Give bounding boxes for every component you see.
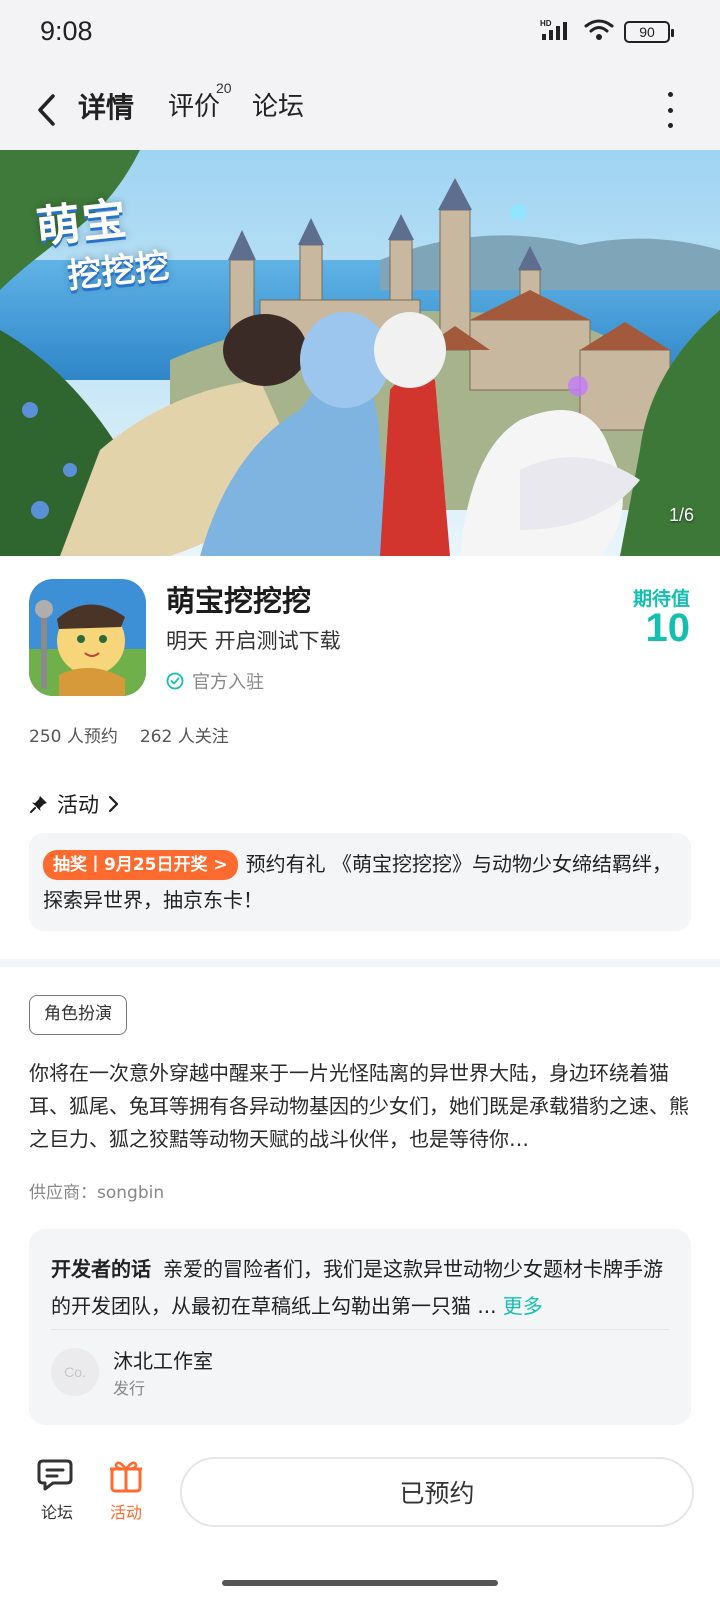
game-description[interactable]: 你将在一次意外穿越中醒来于一片光怪陆离的异世界大陆，身边环绕着猫耳、狐尾、兔耳等…: [29, 1057, 693, 1156]
supplier-info: 供应商：songbin: [29, 1183, 165, 1203]
activity-section-link[interactable]: 活动: [29, 789, 119, 819]
game-logo: 萌宝 挖挖挖: [33, 193, 172, 297]
activity-heading-label: 活动: [57, 793, 99, 817]
reserved-button[interactable]: 已预约: [180, 1457, 694, 1527]
follower-count: 262 人关注: [139, 727, 229, 747]
status-bar: 9:08 HD 90: [0, 0, 720, 70]
game-stats: 250 人预约 262 人关注: [29, 722, 229, 747]
section-divider: [0, 959, 720, 967]
studio-avatar[interactable]: Co.: [51, 1348, 99, 1396]
tab-forum[interactable]: 论坛: [252, 86, 304, 123]
tab-label: 论坛: [252, 92, 305, 122]
svg-text:HD: HD: [540, 19, 552, 28]
tab-label: 详情: [78, 91, 135, 124]
status-time: 9:08: [40, 16, 93, 46]
forum-label: 论坛: [40, 1503, 73, 1522]
home-indicator[interactable]: [222, 1580, 498, 1586]
tab-label: 评价: [168, 92, 221, 122]
review-count-badge: 20: [216, 80, 232, 96]
activity-card[interactable]: 抽奖丨9月25日开奖 > 预约有礼 《萌宝挖挖挖》与动物少女缔结羁绊，探索异世界，…: [29, 833, 691, 931]
more-options-button[interactable]: [660, 92, 680, 128]
reservation-count: 250 人预约: [29, 727, 118, 747]
official-badge: 官方入驻: [166, 668, 264, 694]
chevron-right-icon: [108, 795, 119, 813]
studio-role: 发行: [113, 1379, 146, 1398]
lottery-badge: 抽奖丨9月25日开奖 >: [43, 850, 238, 880]
tab-detail[interactable]: 详情: [74, 86, 137, 126]
banner-carousel[interactable]: 萌宝 挖挖挖 1/6: [0, 150, 720, 556]
activity-label: 活动: [109, 1503, 142, 1522]
game-app-icon: [29, 579, 146, 696]
chevron-left-icon: [38, 94, 55, 126]
back-button[interactable]: [26, 88, 66, 132]
expectation-value: 10: [645, 606, 691, 650]
verified-check-icon: [166, 672, 184, 690]
developer-more-link[interactable]: 更多: [503, 1294, 543, 1318]
forum-chat-icon: [37, 1459, 73, 1491]
tab-review[interactable]: 评价 20: [168, 80, 232, 123]
banner-page-counter: 1/6: [668, 505, 694, 525]
developer-card[interactable]: 开发者的话 亲爱的冒险者们，我们是这款异世动物少女题材卡牌手游的开发团队，从最初在…: [29, 1229, 691, 1425]
studio-name[interactable]: 沐北工作室: [113, 1345, 213, 1374]
bottom-activity-button[interactable]: 活动: [96, 1457, 156, 1523]
developer-label: 开发者的话: [51, 1257, 151, 1281]
top-nav: 详情 评价 20 论坛: [0, 70, 720, 150]
battery-icon: 90: [624, 21, 674, 43]
bottom-forum-button[interactable]: 论坛: [27, 1457, 87, 1523]
signal-icon: HD: [540, 18, 574, 46]
genre-tag[interactable]: 角色扮演: [29, 995, 127, 1035]
status-icons: HD 90: [540, 18, 674, 46]
pin-icon: [30, 796, 47, 813]
wifi-icon: [584, 18, 614, 46]
official-label: 官方入驻: [192, 672, 264, 693]
game-title: 萌宝挖挖挖: [166, 584, 312, 618]
release-status: 明天 开启测试下载: [166, 629, 341, 653]
divider: [51, 1329, 669, 1330]
developer-message: 开发者的话 亲爱的冒险者们，我们是这款异世动物少女题材卡牌手游的开发团队，从最初在…: [51, 1251, 671, 1325]
gift-icon: [110, 1461, 142, 1493]
